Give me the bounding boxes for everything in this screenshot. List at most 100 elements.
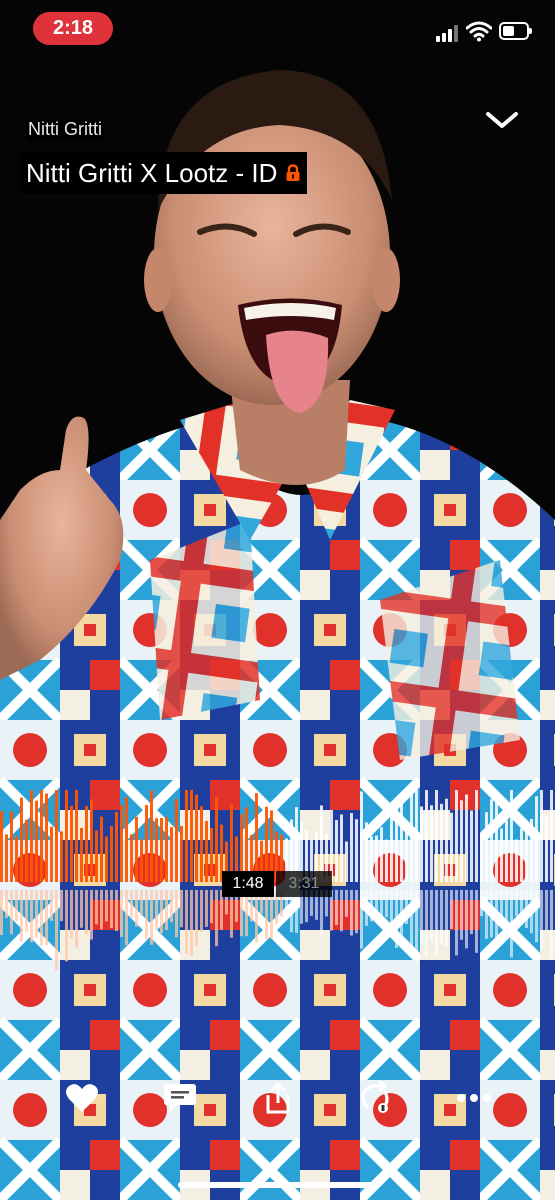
waveform-bar-reflection bbox=[395, 890, 398, 948]
waveform-bar bbox=[40, 790, 43, 882]
waveform-bar-reflection bbox=[165, 890, 168, 931]
waveform-bar-reflection bbox=[120, 890, 123, 938]
more-icon bbox=[457, 1094, 491, 1102]
waveform-bar-reflection bbox=[490, 890, 493, 938]
waveform-bar bbox=[170, 827, 173, 882]
waveform-bar bbox=[120, 804, 123, 882]
waveform-bar bbox=[530, 818, 533, 882]
waveform-bar-reflection bbox=[190, 890, 193, 957]
waveform-bar bbox=[370, 836, 373, 882]
waveform-bar bbox=[85, 806, 88, 882]
waveform-bar-reflection bbox=[170, 890, 173, 923]
waveform-bar-reflection bbox=[55, 890, 58, 970]
waveform-bar-reflection bbox=[50, 890, 53, 921]
waveform-bar bbox=[415, 790, 418, 882]
waveform-bar-reflection bbox=[540, 890, 543, 950]
waveform-bar-reflection bbox=[10, 890, 13, 935]
waveform-bar-reflection bbox=[355, 890, 358, 934]
waveform-bar bbox=[435, 790, 438, 882]
waveform-bar bbox=[390, 805, 393, 882]
waveform-bar-reflection bbox=[410, 890, 413, 949]
waveform-bar-reflection bbox=[450, 890, 453, 929]
waveform-bar bbox=[105, 836, 108, 882]
waveform-bar-reflection bbox=[270, 890, 273, 939]
waveform-bar bbox=[10, 811, 13, 882]
waveform-bar bbox=[35, 800, 38, 882]
status-time[interactable]: 2:18 bbox=[33, 12, 113, 45]
waveform-bar bbox=[365, 822, 368, 882]
waveform-bar-reflection bbox=[15, 890, 18, 922]
waveform-bar-reflection bbox=[175, 890, 178, 938]
waveform-bar-reflection bbox=[420, 890, 423, 943]
waveform-bar bbox=[20, 797, 23, 882]
waveform-bar bbox=[495, 797, 498, 882]
waveform-bar-reflection bbox=[480, 890, 483, 917]
lock-icon bbox=[286, 164, 300, 181]
waveform-bar-reflection bbox=[180, 890, 183, 928]
more-button[interactable] bbox=[456, 1080, 492, 1116]
waveform-bar-reflection bbox=[340, 890, 343, 932]
waveform-bar-reflection bbox=[515, 890, 518, 916]
battery-icon bbox=[499, 22, 532, 40]
waveform-bar bbox=[540, 790, 543, 882]
waveform-bar-reflection bbox=[545, 890, 548, 931]
waveform-bar-reflection bbox=[335, 890, 338, 926]
waveform-bar bbox=[140, 839, 143, 882]
waveform-bar-reflection bbox=[265, 890, 268, 940]
waveform-bar-reflection bbox=[70, 890, 73, 939]
waveform-bar-reflection bbox=[110, 890, 113, 929]
waveform-bar-reflection bbox=[435, 890, 438, 957]
waveform-bar-reflection bbox=[470, 890, 473, 935]
waveform-bar bbox=[215, 796, 218, 882]
waveform-bar-reflection bbox=[365, 890, 368, 927]
waveform-bar-reflection bbox=[5, 890, 8, 918]
waveform-bar bbox=[130, 834, 133, 882]
waveform-bar-reflection bbox=[195, 890, 198, 947]
waveform-bar bbox=[405, 832, 408, 882]
waveform-bar bbox=[465, 794, 468, 882]
waveform-bar-reflection bbox=[385, 890, 388, 918]
waveform-bar bbox=[515, 839, 518, 882]
waveform-bar bbox=[30, 790, 33, 882]
waveform-bar bbox=[110, 826, 113, 882]
repost-button[interactable] bbox=[358, 1080, 394, 1116]
waveform-bar bbox=[95, 830, 98, 882]
waveform-bar bbox=[340, 814, 343, 882]
waveform-bar bbox=[520, 828, 523, 882]
waveform-bar bbox=[45, 793, 48, 882]
waveform-bar-reflection bbox=[525, 890, 528, 928]
home-indicator[interactable] bbox=[178, 1182, 378, 1188]
waveform-bar bbox=[535, 796, 538, 882]
waveform-bar bbox=[135, 816, 138, 882]
waveform-bar-reflection bbox=[230, 890, 233, 938]
waveform-bar bbox=[50, 826, 53, 882]
waveform-bar bbox=[375, 835, 378, 882]
waveform-bar-reflection bbox=[200, 890, 203, 932]
waveform-bar bbox=[15, 836, 18, 882]
comment-button[interactable] bbox=[162, 1080, 198, 1116]
waveform-bar bbox=[175, 798, 178, 882]
waveform-bar bbox=[380, 827, 383, 882]
share-icon bbox=[266, 1082, 290, 1114]
waveform-bar-reflection bbox=[400, 890, 403, 942]
waveform-bar-reflection bbox=[390, 890, 393, 937]
waveform-bar bbox=[385, 839, 388, 882]
chevron-down-icon[interactable] bbox=[484, 106, 520, 134]
waveform-bar bbox=[510, 790, 513, 882]
like-button[interactable] bbox=[64, 1080, 100, 1116]
waveform-bar-reflection bbox=[380, 890, 383, 923]
waveform-bar-reflection bbox=[205, 890, 208, 927]
waveform-bar bbox=[80, 827, 83, 882]
waveform-bar-reflection bbox=[160, 890, 163, 934]
waveform-bar bbox=[475, 790, 478, 882]
waveform-bar-reflection bbox=[145, 890, 148, 940]
waveform-bar bbox=[425, 790, 428, 882]
waveform-bar-reflection bbox=[495, 890, 498, 939]
waveform-bar-reflection bbox=[125, 890, 128, 946]
artist-name[interactable]: Nitti Gritti bbox=[26, 119, 104, 141]
waveform-bar-reflection bbox=[475, 890, 478, 953]
share-button[interactable] bbox=[260, 1080, 296, 1116]
waveform-bar bbox=[455, 790, 458, 882]
waveform-bar bbox=[430, 805, 433, 882]
waveform-bar bbox=[100, 816, 103, 882]
